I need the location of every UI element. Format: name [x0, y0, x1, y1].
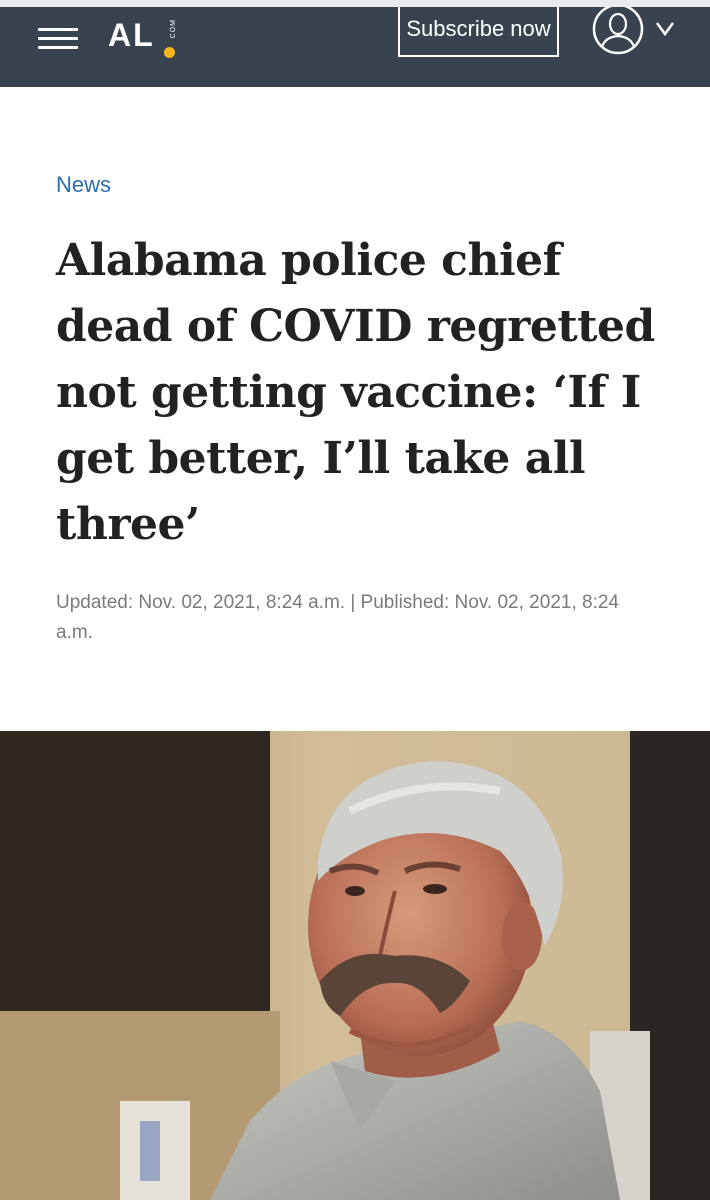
logo-dot-icon — [164, 47, 175, 58]
subscribe-button[interactable]: Subscribe now — [398, 7, 559, 57]
account-menu[interactable] — [591, 7, 681, 57]
site-logo[interactable]: AL COM — [108, 15, 188, 65]
article-photo — [0, 731, 710, 1200]
hamburger-menu-icon[interactable] — [38, 25, 78, 53]
site-header: AL COM Subscribe now — [0, 7, 710, 87]
user-account-icon — [592, 7, 675, 55]
status-strip — [0, 0, 710, 7]
logo-com-text: COM — [170, 19, 177, 39]
article-headline: Alabama police chief dead of COVID regre… — [56, 235, 655, 550]
logo-text: AL — [108, 17, 155, 53]
chevron-down-icon — [655, 22, 675, 37]
section-link-news[interactable]: News — [56, 172, 111, 198]
article-dateline: Updated: Nov. 02, 2021, 8:24 a.m. | Publ… — [56, 592, 619, 643]
